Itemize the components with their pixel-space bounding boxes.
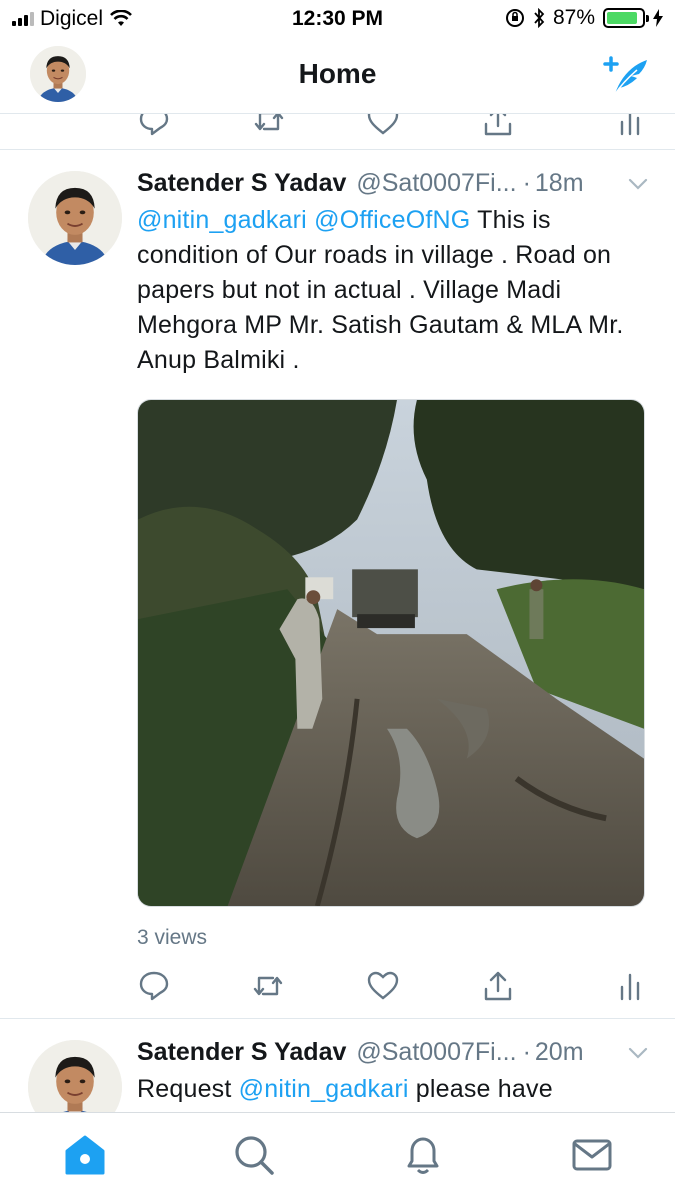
mention-link[interactable]: @nitin_gadkari (239, 1075, 409, 1103)
video-thumbnail (138, 400, 644, 906)
retweet-icon[interactable] (251, 969, 285, 1003)
reply-icon[interactable] (137, 114, 171, 138)
share-icon[interactable] (481, 114, 515, 138)
tweet-text-segment: please have (408, 1075, 553, 1103)
analytics-icon[interactable] (613, 969, 647, 1003)
page-title: Home (298, 58, 377, 89)
author-avatar[interactable] (28, 171, 122, 265)
status-right: 87% (505, 6, 663, 30)
home-icon[interactable] (63, 1133, 107, 1177)
reply-icon[interactable] (137, 969, 171, 1003)
author-handle[interactable]: @Sat0007Fi... (356, 1038, 516, 1067)
view-count: 3 views (137, 926, 208, 949)
battery-icon (603, 8, 649, 28)
tweet-actions (137, 969, 647, 1005)
mention-link[interactable]: @OfficeOfNG (314, 206, 470, 234)
tweet-header: Satender S Yadav @Sat0007Fi... · 18m (137, 169, 649, 198)
tweet-text: Request @nitin_gadkari please have (137, 1072, 647, 1107)
share-icon[interactable] (481, 969, 515, 1003)
tweet[interactable]: Satender S Yadav @Sat0007Fi... · 18m @ni… (0, 151, 675, 1019)
tweet-video[interactable] (137, 399, 645, 907)
author-handle[interactable]: @Sat0007Fi... (356, 169, 516, 198)
tab-bar (0, 1112, 675, 1200)
avatar-photo (28, 171, 122, 265)
retweet-icon[interactable] (252, 114, 286, 138)
heart-icon[interactable] (366, 969, 400, 1003)
charging-icon (653, 9, 663, 27)
search-icon[interactable] (232, 1133, 276, 1177)
tweet-text-segment: Request (137, 1075, 239, 1103)
rotation-lock-icon (505, 9, 524, 27)
compose-tweet-icon[interactable] (601, 54, 649, 96)
tweet-text: @nitin_gadkari @OfficeOfNG This is condi… (137, 203, 647, 378)
bluetooth-icon (534, 8, 545, 28)
chevron-down-icon[interactable] (627, 1046, 649, 1060)
tweet-time[interactable]: 20m (535, 1038, 584, 1067)
author-name[interactable]: Satender S Yadav (137, 169, 346, 198)
separator-dot: · (522, 169, 531, 197)
separator-dot: · (522, 1038, 531, 1066)
heart-icon[interactable] (366, 114, 400, 138)
tweet-header: Satender S Yadav @Sat0007Fi... · 20m (137, 1038, 649, 1067)
notifications-icon[interactable] (401, 1133, 445, 1177)
chevron-down-icon[interactable] (627, 177, 649, 191)
author-name[interactable]: Satender S Yadav (137, 1038, 346, 1067)
analytics-icon[interactable] (613, 114, 647, 138)
status-bar: Digicel 12:30 PM 87% (0, 0, 675, 38)
tweet-time[interactable]: 18m (535, 169, 584, 198)
messages-icon[interactable] (570, 1133, 614, 1177)
previous-tweet-actions (0, 114, 675, 150)
author-avatar[interactable] (28, 1040, 122, 1112)
nav-header: Home (0, 38, 675, 114)
tweet[interactable]: Satender S Yadav @Sat0007Fi... · 20m Req… (0, 1020, 675, 1112)
avatar-photo (28, 1040, 122, 1112)
battery-percent: 87% (552, 6, 595, 29)
mention-link[interactable]: @nitin_gadkari (137, 206, 307, 234)
